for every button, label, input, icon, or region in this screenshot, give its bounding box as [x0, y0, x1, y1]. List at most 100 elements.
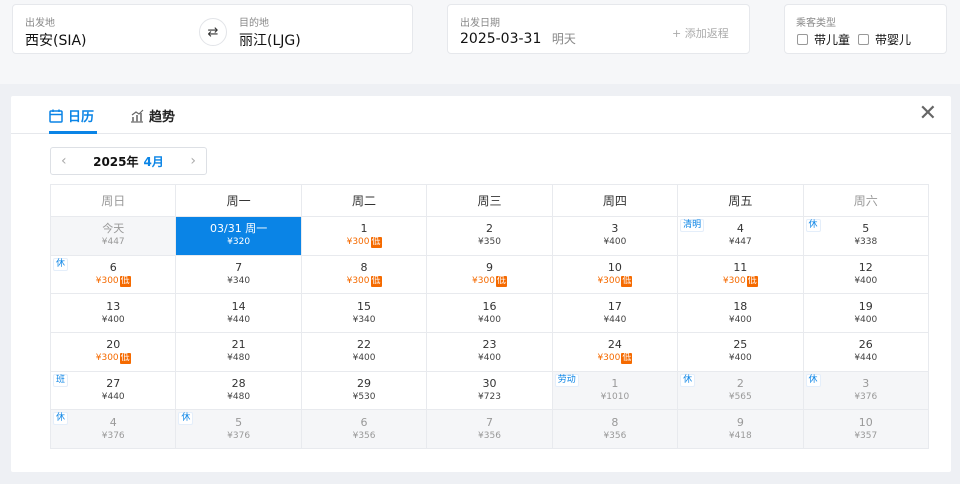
day-price-row: ¥357 — [804, 430, 928, 443]
calendar-day-cell[interactable]: 14 ¥440 — [175, 293, 302, 334]
day-price-row: ¥300 低 — [51, 275, 175, 288]
calendar-day-cell[interactable]: 休 6 ¥300 低 — [49, 254, 177, 295]
calendar-day-cell[interactable]: 班 27 ¥440 — [49, 370, 177, 411]
lowest-price-badge: 低 — [119, 276, 131, 288]
chevron-right-icon[interactable]: › — [190, 153, 196, 169]
calendar-day-cell[interactable]: 2 ¥350 — [426, 216, 553, 256]
calendar-day-cell[interactable]: 23 ¥400 — [426, 332, 553, 372]
day-number: 2 — [485, 222, 493, 236]
chevron-left-icon[interactable]: ‹ — [61, 153, 67, 169]
tab-calendar[interactable]: 日历 — [49, 106, 94, 125]
calendar-day-cell[interactable]: 8 ¥300 低 — [300, 254, 428, 295]
view-tabs: 日历 趋势 ✕ — [11, 96, 951, 134]
day-price: ¥338 — [854, 237, 878, 248]
day-price: ¥300 — [346, 276, 370, 287]
holiday-tag: 班 — [53, 373, 69, 387]
day-price: ¥400 — [478, 353, 501, 364]
to-field[interactable]: 丽江(LJG) — [239, 30, 301, 50]
calendar-day-cell[interactable]: 7 ¥340 — [175, 254, 302, 295]
calendar-day-cell[interactable]: 22 ¥400 — [300, 332, 428, 372]
calendar-day-cell[interactable]: 19 ¥400 — [802, 293, 930, 334]
day-number: 29 — [357, 377, 372, 391]
holiday-tag: 劳动 — [554, 373, 579, 387]
day-price: ¥480 — [227, 353, 251, 364]
calendar-day-cell[interactable]: 6 ¥356 — [300, 409, 428, 450]
day-number: 12 — [858, 261, 873, 275]
calendar-day-cell[interactable]: 7 ¥356 — [426, 409, 553, 450]
child-checkbox[interactable] — [797, 34, 808, 45]
calendar-day-cell[interactable]: 15 ¥340 — [300, 293, 428, 334]
from-field[interactable]: 西安(SIA) — [25, 30, 87, 50]
calendar-day-cell[interactable]: 清明 4 ¥447 — [677, 216, 804, 256]
add-return-button[interactable]: + 添加返程 — [672, 25, 729, 41]
calendar-day-cell[interactable]: 20 ¥300 低 — [49, 332, 177, 372]
calendar-day-cell[interactable]: 今天 ¥447 — [49, 216, 177, 256]
date-field[interactable]: 2025-03-31 明天 — [460, 30, 576, 47]
day-price: ¥350 — [478, 237, 501, 248]
active-tab-indicator — [49, 131, 97, 134]
calendar-day-cell[interactable]: 9 ¥418 — [677, 409, 804, 450]
swap-arrows-icon: ⇄ — [207, 24, 219, 40]
day-price: ¥376 — [227, 430, 251, 441]
calendar-day-cell[interactable]: 26 ¥440 — [802, 332, 930, 372]
calendar-day-cell[interactable]: 1 ¥300 低 — [300, 216, 428, 256]
tab-trend[interactable]: 趋势 — [130, 106, 175, 125]
to-label: 目的地 — [239, 18, 269, 29]
day-number: 20 — [106, 338, 121, 352]
infant-checkbox[interactable] — [858, 34, 869, 45]
calendar-day-cell[interactable]: 11 ¥300 低 — [677, 254, 804, 295]
calendar-day-cell[interactable]: 29 ¥530 — [300, 370, 428, 411]
calendar-day-cell[interactable]: 9 ¥300 低 — [426, 254, 553, 295]
date-note: 明天 — [551, 32, 576, 46]
calendar-day-cell[interactable]: 03/31 周一 ¥320 — [175, 216, 302, 256]
day-number: 22 — [357, 338, 372, 352]
calendar-day-cell[interactable]: 30 ¥723 — [426, 370, 553, 411]
day-price: ¥400 — [854, 276, 878, 287]
calendar-day-cell[interactable]: 13 ¥400 — [49, 293, 177, 334]
calendar-day-cell[interactable]: 休 5 ¥376 — [175, 409, 302, 450]
swap-route-button[interactable]: ⇄ — [199, 18, 227, 46]
calendar-day-cell[interactable]: 21 ¥480 — [175, 332, 302, 372]
calendar-day-cell[interactable]: 10 ¥300 低 — [551, 254, 679, 295]
day-price-row: ¥418 — [678, 430, 802, 443]
calendar-day-cell[interactable]: 休 2 ¥565 — [677, 370, 804, 411]
calendar-day-cell[interactable]: 16 ¥400 — [426, 293, 553, 334]
calendar-day-cell[interactable]: 休 3 ¥376 — [802, 370, 930, 411]
day-price-row: ¥400 — [804, 275, 928, 288]
day-price: ¥300 — [346, 237, 370, 248]
day-number: 10 — [858, 415, 873, 429]
month-navigator: ‹ 2025年 4月 › — [50, 147, 207, 175]
day-price: ¥300 — [722, 276, 746, 287]
calendar-day-cell[interactable]: 休 5 ¥338 — [802, 216, 930, 256]
child-label[interactable]: 带儿童 — [814, 31, 850, 48]
date-card[interactable]: 出发日期 2025-03-31 明天 + 添加返程 — [447, 4, 750, 54]
calendar-day-cell[interactable]: 24 ¥300 低 — [551, 332, 679, 372]
day-price: ¥356 — [478, 430, 501, 441]
close-icon[interactable]: ✕ — [919, 103, 937, 125]
day-price: ¥723 — [478, 392, 501, 403]
calendar-day-cell[interactable]: 17 ¥440 — [551, 293, 679, 334]
calendar-day-cell[interactable]: 18 ¥400 — [677, 293, 804, 334]
infant-label[interactable]: 带婴儿 — [875, 31, 911, 48]
calendar-day-cell[interactable]: 3 ¥400 — [551, 216, 679, 256]
calendar-day-cell[interactable]: 劳动 1 ¥1010 — [551, 370, 679, 411]
day-price: ¥440 — [227, 314, 251, 325]
day-price: ¥400 — [478, 314, 501, 325]
day-number: 26 — [858, 338, 873, 352]
lowest-price-badge: 低 — [495, 276, 507, 288]
day-number: 6 — [360, 415, 368, 429]
day-price-row: ¥400 — [804, 314, 928, 327]
calendar-day-cell[interactable]: 12 ¥400 — [802, 254, 930, 295]
calendar-day-cell[interactable]: 休 4 ¥376 — [49, 409, 177, 450]
holiday-tag: 休 — [178, 412, 194, 426]
calendar-day-cell[interactable]: 28 ¥480 — [175, 370, 302, 411]
day-number: 3 — [611, 222, 619, 236]
day-price-row: ¥338 — [804, 236, 928, 249]
day-price-row: ¥340 — [302, 314, 426, 327]
calendar-day-cell[interactable]: 8 ¥356 — [551, 409, 679, 450]
calendar-day-cell[interactable]: 25 ¥400 — [677, 332, 804, 372]
day-number: 7 — [235, 261, 243, 275]
holiday-tag: 休 — [805, 373, 821, 387]
calendar-day-cell[interactable]: 10 ¥357 — [802, 409, 930, 450]
day-price: ¥530 — [352, 392, 376, 403]
